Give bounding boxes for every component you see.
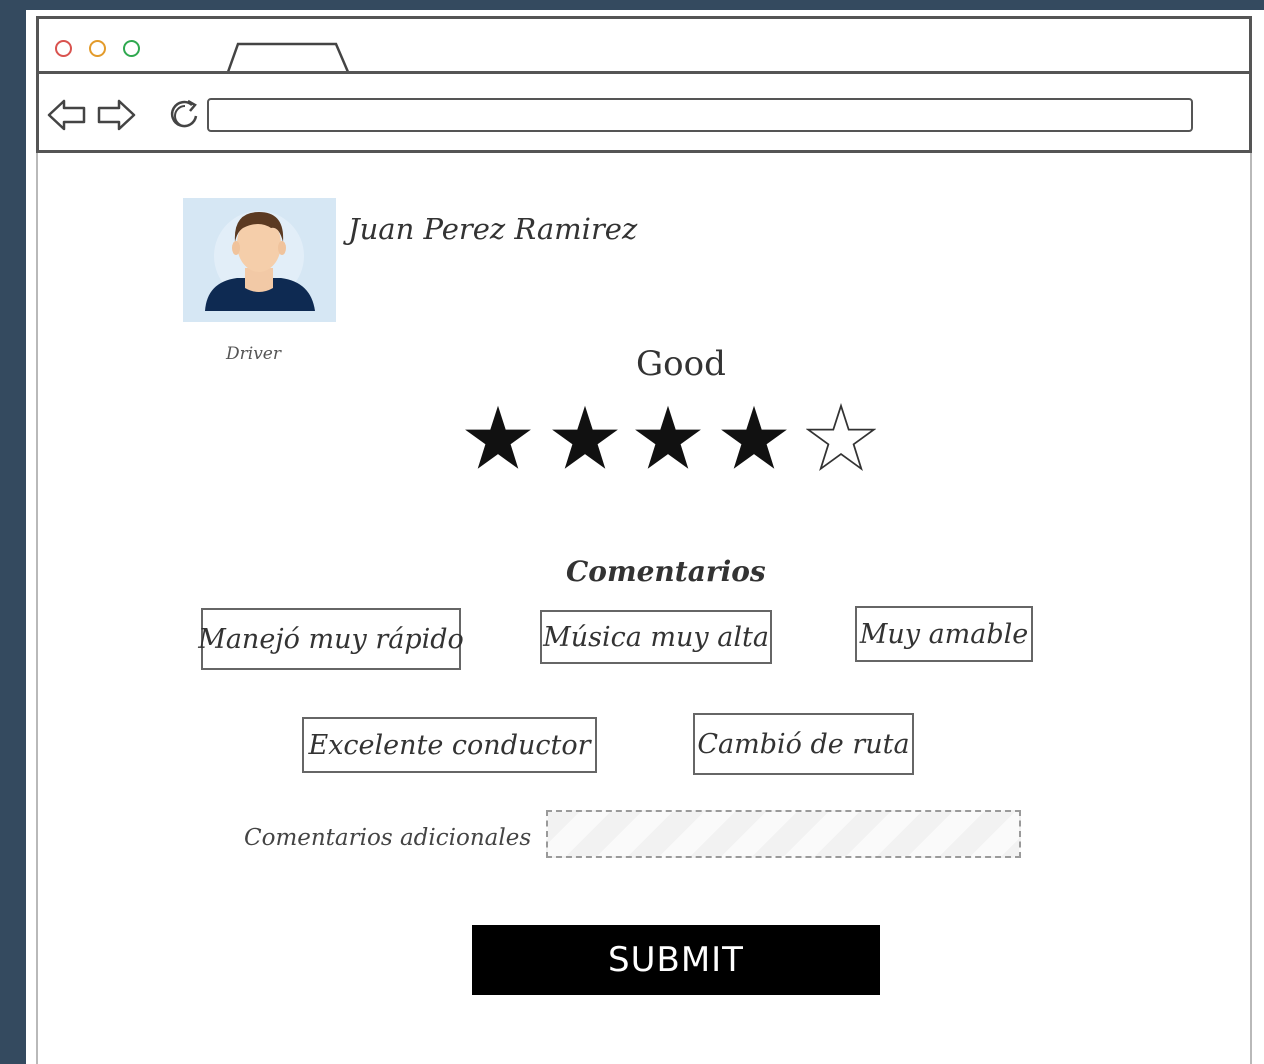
close-dot[interactable] (55, 40, 72, 57)
chip-cambio-ruta[interactable]: Cambió de ruta (693, 713, 914, 775)
star-icon-3[interactable] (633, 403, 703, 473)
additional-comments-label: Comentarios adicionales (244, 825, 532, 851)
address-bar[interactable] (207, 98, 1193, 132)
comments-title: Comentarios (566, 555, 766, 588)
rating-label: Good (636, 344, 726, 384)
star-icon-2[interactable] (550, 403, 620, 473)
chip-muy-amable[interactable]: Muy amable (855, 606, 1033, 662)
chip-excelente-conductor[interactable]: Excelente conductor (302, 717, 597, 773)
chip-manejo-rapido[interactable]: Manejó muy rápido (198, 608, 464, 670)
driver-avatar-icon (205, 211, 315, 311)
reload-icon[interactable] (166, 96, 204, 134)
driver-role: Driver (226, 344, 281, 364)
navigation-bar (36, 71, 1252, 153)
avatar (183, 198, 336, 322)
driver-name: Juan Perez Ramirez (348, 212, 638, 246)
page-frame (36, 16, 1252, 1064)
submit-button[interactable]: SUBMIT (472, 925, 880, 995)
title-bar (36, 16, 1252, 74)
forward-arrow-icon[interactable] (96, 97, 136, 133)
additional-comments-input[interactable] (546, 810, 1021, 858)
browser-tab[interactable] (226, 41, 351, 73)
star-icon-4[interactable] (719, 403, 789, 473)
minimize-dot[interactable] (89, 40, 106, 57)
back-arrow-icon[interactable] (47, 97, 87, 133)
browser-window: Juan Perez Ramirez Driver Good Comentari… (26, 10, 1264, 1064)
star-icon-5[interactable] (806, 403, 876, 473)
star-icon-1[interactable] (463, 403, 533, 473)
maximize-dot[interactable] (123, 40, 140, 57)
chip-musica-alta[interactable]: Música muy alta (540, 610, 772, 664)
